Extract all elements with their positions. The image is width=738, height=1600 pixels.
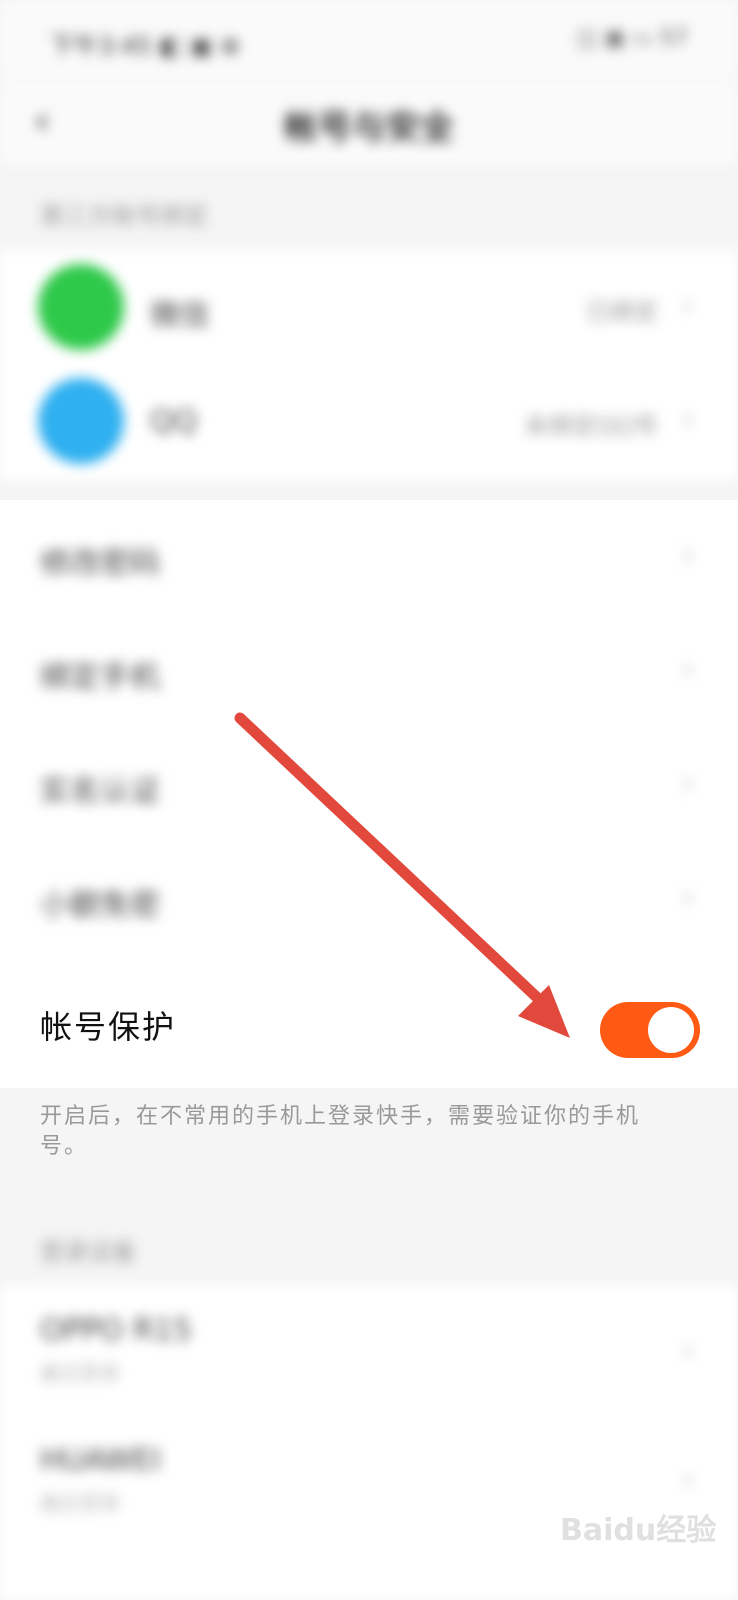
device-row[interactable]: OPPO R15 最近登录 ›: [0, 1285, 738, 1415]
settings-row-label: 修改密码: [40, 546, 160, 581]
device-name: HUAWEI: [40, 1443, 161, 1478]
qq-row[interactable]: QQ 未绑定QQ号 ›: [0, 364, 738, 478]
chevron-right-icon: ›: [682, 288, 694, 323]
account-protection-toggle[interactable]: [600, 1002, 700, 1058]
account-protection-description: 开启后，在不常用的手机上登录快手，需要验证你的手机号。: [40, 1104, 641, 1159]
status-bar: 下午3:45 ◧ ▣ ⊕ ◫ ▣ ▭ 57: [0, 0, 738, 80]
settings-row[interactable]: 绑定手机 ›: [0, 614, 738, 728]
wechat-label: 微信: [150, 298, 210, 333]
account-protection-label: 帐号保护: [40, 1008, 177, 1046]
toggle-knob: [648, 1007, 694, 1053]
settings-row[interactable]: 小额免密 ›: [0, 842, 738, 956]
chevron-right-icon: ›: [682, 652, 694, 687]
qq-icon: [38, 378, 124, 464]
settings-row-label: 绑定手机: [40, 660, 160, 695]
account-protection-row: 帐号保护: [0, 958, 738, 1088]
settings-row[interactable]: 修改密码 ›: [0, 500, 738, 614]
chevron-right-icon: ›: [682, 766, 694, 801]
settings-card: 修改密码 › 绑定手机 › 实名认证 › 小额免密 ›: [0, 500, 738, 958]
device-name: OPPO R15: [40, 1313, 192, 1348]
page-title: 帐号与安全: [284, 108, 454, 148]
section-label-third-party: 第三方帐号绑定: [40, 202, 208, 230]
status-icons: ◫ ▣ ▭ 57: [576, 26, 688, 51]
chevron-right-icon: ›: [682, 880, 694, 915]
devices-card: OPPO R15 最近登录 › HUAWEI 最近登录 ›: [0, 1285, 738, 1600]
section-label-devices: 登录设备: [40, 1238, 136, 1266]
settings-row-label: 实名认证: [40, 774, 160, 809]
social-card: 微信 已绑定 › QQ 未绑定QQ号 ›: [0, 250, 738, 480]
qq-label: QQ: [150, 404, 198, 439]
device-sub: 最近登录: [40, 1361, 120, 1385]
wechat-row[interactable]: 微信 已绑定 ›: [0, 250, 738, 364]
status-time: 下午3:45 ◧ ▣ ⊕: [50, 32, 241, 60]
chevron-right-icon: ›: [682, 1463, 694, 1498]
chevron-right-icon: ›: [682, 538, 694, 573]
watermark-logo: Baidu经验: [560, 1513, 717, 1548]
chevron-right-icon: ›: [682, 1333, 694, 1368]
device-sub: 最近登录: [40, 1491, 120, 1515]
wechat-value: 已绑定: [586, 298, 658, 326]
nav-bar: ‹ 帐号与安全: [0, 80, 738, 165]
qq-value: 未绑定QQ号: [524, 412, 658, 440]
chevron-right-icon: ›: [682, 402, 694, 437]
wechat-icon: [38, 264, 124, 350]
settings-row-label: 小额免密: [40, 888, 160, 923]
settings-row[interactable]: 实名认证 ›: [0, 728, 738, 842]
